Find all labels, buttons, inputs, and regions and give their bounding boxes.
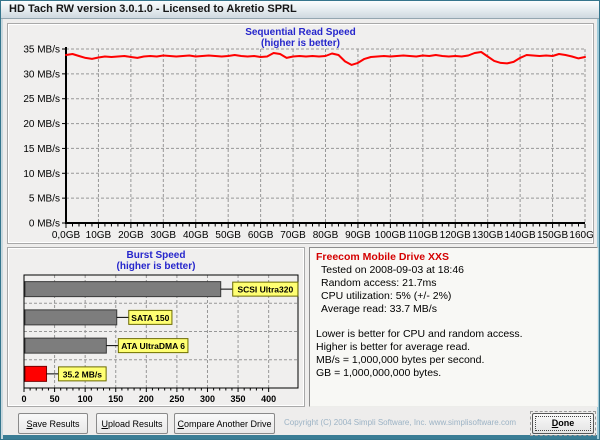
- burst-x-tick-label: 250: [169, 394, 184, 404]
- burst-bar: [25, 338, 106, 353]
- burst-x-tick-label: 200: [139, 394, 154, 404]
- burst-bar-label: SCSI Ultra320: [237, 285, 293, 295]
- seq-x-tick-label: 110GB: [408, 230, 439, 241]
- info-note-line: GB = 1,000,000,000 bytes.: [316, 367, 591, 380]
- seq-x-tick-label: 120GB: [440, 230, 471, 241]
- seq-y-tick-label: 30 MB/s: [23, 69, 60, 80]
- burst-bar-label: ATA UltraDMA 6: [121, 341, 185, 351]
- compare-another-drive-button[interactable]: Compare Another Drive: [174, 413, 275, 434]
- seq-y-tick-label: 35 MB/s: [23, 45, 60, 56]
- copyright-text: Copyright (C) 2004 Simpli Software, Inc.…: [284, 418, 526, 427]
- client-area: Sequential Read Speed (higher is better)…: [4, 20, 596, 435]
- seq-x-tick-label: 70GB: [280, 230, 306, 241]
- window-title: HD Tach RW version 3.0.1.0 - Licensed to…: [9, 3, 297, 15]
- seq-y-tick-label: 10 MB/s: [23, 169, 60, 180]
- burst-bar-label: 35.2 MB/s: [63, 369, 102, 379]
- titlebar[interactable]: HD Tach RW version 3.0.1.0 - Licensed to…: [1, 1, 599, 19]
- seq-x-tick-label: 160GB: [569, 230, 593, 241]
- seq-x-tick-label: 130GB: [472, 230, 503, 241]
- done-label: Done: [533, 415, 593, 432]
- app-window: HD Tach RW version 3.0.1.0 - Licensed to…: [0, 0, 600, 440]
- drive-test-details: Tested on 2008-09-03 at 18:46Random acce…: [316, 264, 591, 316]
- seq-x-tick-label: 100GB: [375, 230, 406, 241]
- drive-detail-line: Random access: 21.7ms: [316, 277, 591, 290]
- burst-x-tick-label: 100: [78, 394, 93, 404]
- drive-name: Freecom Mobile Drive XXS: [316, 251, 591, 264]
- burst-x-tick-label: 150: [108, 394, 123, 404]
- burst-x-tick-label: 300: [200, 394, 215, 404]
- seq-x-tick-label: 80GB: [313, 230, 339, 241]
- burst-x-tick-label: 400: [261, 394, 276, 404]
- seq-x-tick-label: 20GB: [118, 230, 144, 241]
- burst-speed-panel: Burst Speed (higher is better) 050100150…: [7, 247, 305, 407]
- seq-x-tick-label: 0,0GB: [52, 230, 81, 241]
- seq-y-tick-label: 5 MB/s: [29, 194, 60, 205]
- info-note-line: Lower is better for CPU and random acces…: [316, 328, 591, 341]
- drive-detail-line: Tested on 2008-09-03 at 18:46: [316, 264, 591, 277]
- save-results-button[interactable]: Save Results: [18, 413, 88, 434]
- seq-x-tick-label: 30GB: [151, 230, 177, 241]
- info-note-line: MB/s = 1,000,000 bytes per second.: [316, 354, 591, 367]
- info-notes: Lower is better for CPU and random acces…: [316, 328, 591, 380]
- burst-x-tick-label: 350: [231, 394, 246, 404]
- sequential-read-chart: 35 MB/s 30 MB/s 25 MB/s 20 MB/s 15 MB/s 10 MB…: [8, 24, 593, 243]
- seq-x-tick-label: 50GB: [215, 230, 241, 241]
- seq-y-tick-label: 20 MB/s: [23, 119, 60, 130]
- done-button[interactable]: Done: [532, 413, 594, 434]
- seq-y-tick-label: 25 MB/s: [23, 94, 60, 105]
- seq-y-tick-label: 15 MB/s: [23, 144, 60, 155]
- burst-x-tick-label: 50: [50, 394, 60, 404]
- burst-speed-chart: 0 50 100 150 200 250 300 350 400 SCSI Ultra320 SAT…: [8, 248, 304, 406]
- burst-x-tick-label: 0: [21, 394, 26, 404]
- burst-bar: [25, 282, 221, 297]
- seq-x-tick-label: 60GB: [248, 230, 274, 241]
- seq-x-tick-label: 40GB: [183, 230, 209, 241]
- drive-info-panel: Freecom Mobile Drive XXS Tested on 2008-…: [309, 247, 598, 407]
- save-results-label: Save Results: [19, 415, 87, 433]
- seq-x-tick-label: 90GB: [345, 230, 371, 241]
- done-button-focus-ring: Done: [530, 411, 596, 436]
- drive-detail-line: CPU utilization: 5% (+/- 2%): [316, 290, 591, 303]
- upload-results-label: Upload Results: [97, 415, 167, 433]
- sequential-read-panel: Sequential Read Speed (higher is better)…: [7, 23, 594, 244]
- seq-x-tick-label: 10GB: [86, 230, 112, 241]
- burst-bar: [25, 366, 47, 381]
- burst-bar-label: SATA 150: [131, 313, 169, 323]
- seq-x-tick-label: 140GB: [505, 230, 536, 241]
- read-speed-line: [66, 52, 585, 65]
- info-note-line: Higher is better for average read.: [316, 341, 591, 354]
- compare-another-drive-label: Compare Another Drive: [175, 415, 274, 433]
- burst-bar: [25, 310, 117, 325]
- seq-y-tick-label: 0 MB/s: [29, 219, 60, 230]
- seq-x-tick-label: 150GB: [537, 230, 568, 241]
- drive-detail-line: Average read: 33.7 MB/s: [316, 303, 591, 316]
- upload-results-button[interactable]: Upload Results: [96, 413, 168, 434]
